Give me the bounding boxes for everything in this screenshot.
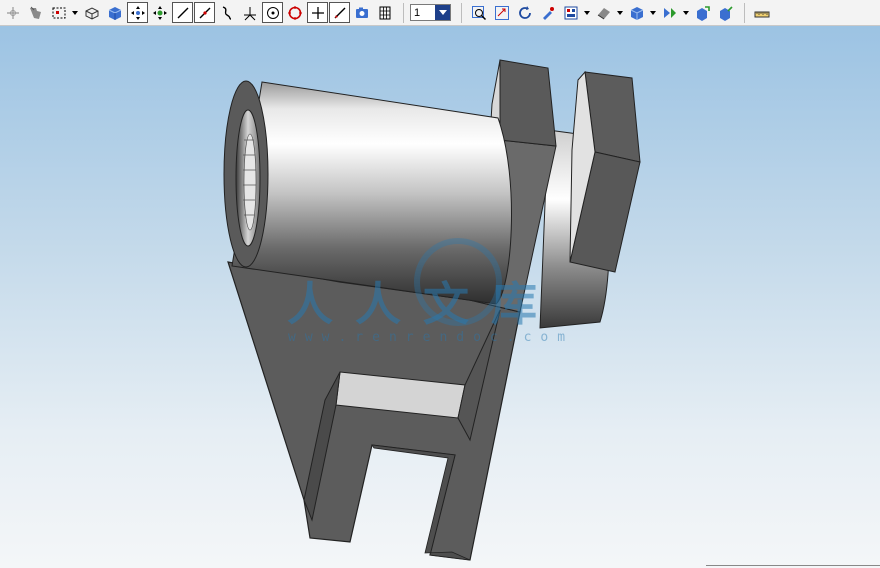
- main-toolbar: 1: [0, 0, 880, 26]
- line-icon[interactable]: [172, 2, 193, 23]
- rotate-arrows-icon[interactable]: [149, 2, 171, 24]
- cylinder-bore-inner: [243, 133, 257, 231]
- circle-center-icon[interactable]: [262, 2, 283, 23]
- cross-hair-icon[interactable]: [307, 2, 328, 23]
- chevron-down-icon[interactable]: [682, 2, 689, 24]
- shading-icon[interactable]: [593, 2, 615, 24]
- rotate-view-icon[interactable]: [514, 2, 536, 24]
- snap-point-icon[interactable]: [2, 2, 24, 24]
- view-solid-cube-icon[interactable]: [104, 2, 126, 24]
- angle-icon[interactable]: [239, 2, 261, 24]
- select-rectangle-icon[interactable]: [48, 2, 70, 24]
- circle-red-icon[interactable]: [284, 2, 306, 24]
- selection-filter-icon[interactable]: [25, 2, 47, 24]
- export-icon[interactable]: [692, 2, 714, 24]
- camera-icon[interactable]: [351, 2, 373, 24]
- chevron-down-icon[interactable]: [583, 2, 590, 24]
- chevron-down-icon[interactable]: [616, 2, 623, 24]
- paint-icon[interactable]: [537, 2, 559, 24]
- toolbar-separator: [461, 2, 462, 23]
- 3d-model: [223, 59, 641, 561]
- layout-icon[interactable]: [560, 2, 582, 24]
- main-cylinder: [231, 81, 512, 305]
- transform-icon[interactable]: [659, 2, 681, 24]
- cube-view-icon[interactable]: [626, 2, 648, 24]
- curve-icon[interactable]: [216, 2, 238, 24]
- import-icon[interactable]: [715, 2, 737, 24]
- chevron-down-icon[interactable]: [71, 2, 78, 24]
- chevron-down-icon[interactable]: [435, 5, 450, 20]
- toolbar-separator: [744, 2, 745, 23]
- pan-arrows-icon[interactable]: [127, 2, 148, 23]
- status-divider: [706, 565, 880, 566]
- diagonal-line-icon[interactable]: [329, 2, 350, 23]
- line-tangent-icon[interactable]: [194, 2, 215, 23]
- layer-select[interactable]: 1: [410, 4, 451, 21]
- zoom-window-icon[interactable]: [468, 2, 490, 24]
- view-box-outline-icon[interactable]: [81, 2, 103, 24]
- toolbar-separator: [403, 2, 404, 23]
- left-fork-tab: [499, 59, 557, 147]
- layer-select-value: 1: [414, 6, 421, 19]
- zoom-fit-icon[interactable]: [491, 2, 513, 24]
- 3d-viewport[interactable]: 人人文库 www.renrendoc.com: [0, 26, 880, 568]
- ruler-icon[interactable]: [751, 2, 773, 24]
- chevron-down-icon[interactable]: [649, 2, 656, 24]
- grid-icon[interactable]: [374, 2, 396, 24]
